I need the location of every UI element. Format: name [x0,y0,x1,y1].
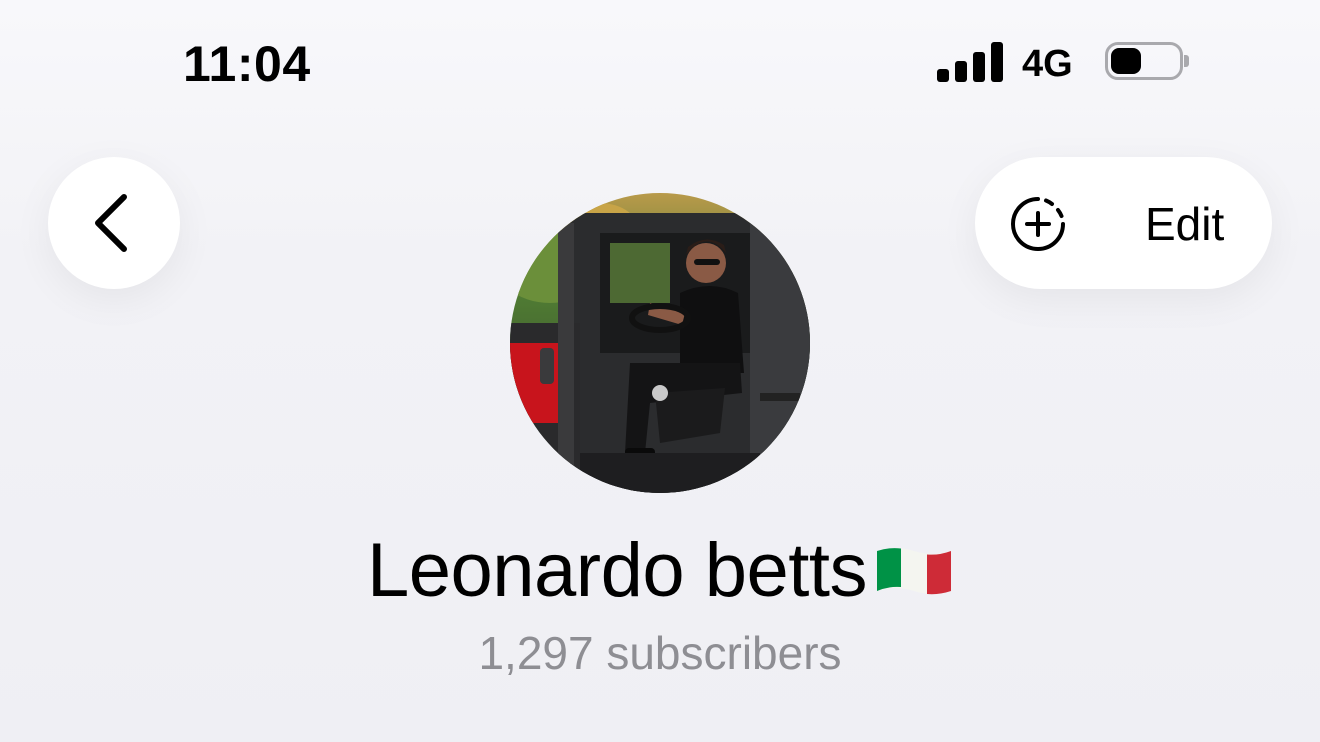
signal-bar [955,61,967,82]
dashed-circle-plus-icon[interactable] [1008,194,1068,254]
avatar[interactable] [510,193,810,493]
header-actions-pill: Edit [975,157,1272,289]
network-type: 4G [1022,43,1073,85]
chevron-left-icon [95,194,127,252]
status-bar: 11:04 4G [0,0,1320,120]
channel-name-text: Leonardo betts [366,528,868,613]
edit-button[interactable]: Edit [1145,197,1224,251]
battery-icon [1105,42,1189,80]
subscriber-count: 1,297 subscribers [478,627,842,679]
avatar-photo [510,193,810,493]
back-button[interactable] [48,157,180,289]
signal-bar [937,69,949,82]
battery-fill [1111,48,1141,74]
status-time: 11:04 [183,36,311,92]
channel-name: Leonardo betts [0,526,1320,616]
channel-profile-screen: 11:04 4G Edit Leonardo betts 1,297 subsc… [0,0,1320,742]
battery-nub [1184,55,1189,67]
italy-flag-icon [877,547,952,595]
signal-bar [973,52,985,82]
signal-bar [991,42,1003,82]
signal-icon [937,42,1003,82]
